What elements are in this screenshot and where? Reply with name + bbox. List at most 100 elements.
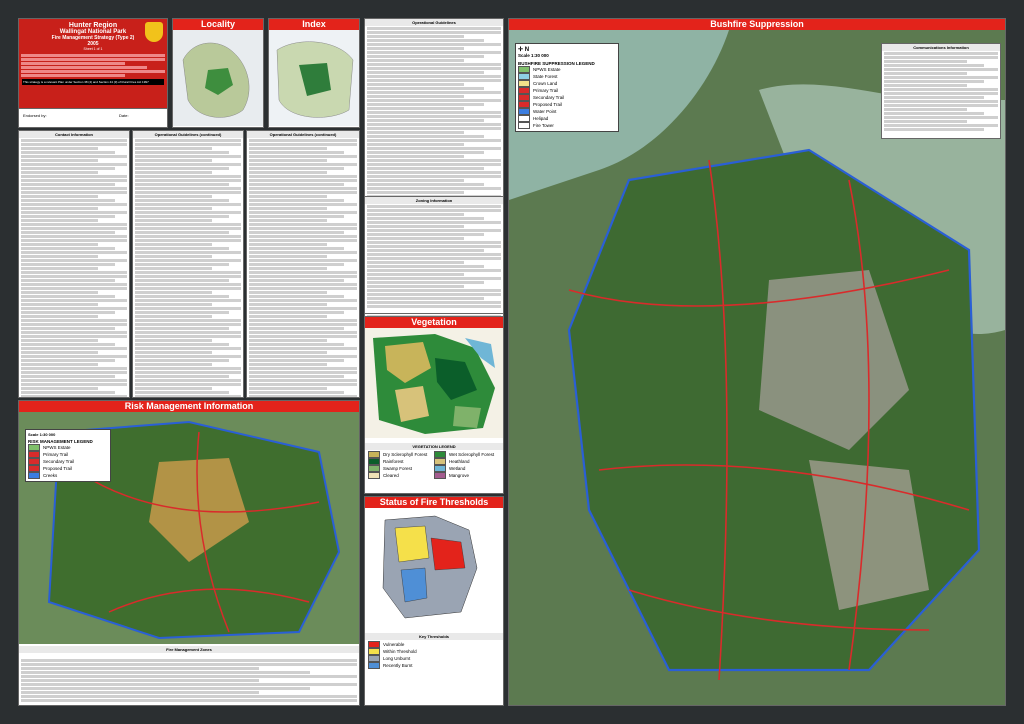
risk-legend-item: Creeks	[28, 472, 108, 479]
fire-legend-swatch	[368, 655, 380, 662]
index-panel: Index	[268, 18, 360, 128]
veg-legend-swatch	[434, 465, 446, 472]
risk-legend: Scale 1:30 000 RISK MANAGEMENT LEGEND NP…	[25, 429, 111, 482]
bushfire-panel: Bushfire Suppression ✛ N Scale 1:30 000 …	[508, 18, 1006, 706]
bushfire-legend: ✛ N Scale 1:30 000 BUSHFIRE SUPPRESSION …	[515, 43, 619, 132]
veg-legend-label: Dry Sclerophyll Forest	[383, 452, 428, 457]
contact-table	[19, 139, 129, 397]
veg-legend-item: Wetland	[434, 465, 500, 472]
veg-legend-swatch	[368, 451, 380, 458]
veg-legend-item: Wet Sclerophyll Forest	[434, 451, 500, 458]
risk-title: Risk Management Information	[19, 401, 359, 412]
veg-legend-item: Dry Sclerophyll Forest	[368, 451, 434, 458]
risk-legend-item: NPWS Estate	[28, 444, 108, 451]
veg-legend-swatch	[434, 451, 446, 458]
vegetation-panel: Vegetation VEGETATION LEGEND Dry Sclerop…	[364, 316, 504, 494]
contact-title: Contact Information	[19, 131, 129, 138]
bushfire-legend-swatch	[518, 80, 530, 87]
risk-legend-item: Primary Trail	[28, 451, 108, 458]
veg-legend-item: Rainforest	[368, 458, 434, 465]
veg-legend-title: VEGETATION LEGEND	[365, 443, 503, 450]
operational-guidelines-title: Operational Guidelines	[365, 19, 503, 26]
bushfire-legend-item: Water Point	[518, 108, 616, 115]
bushfire-title: Bushfire Suppression	[509, 19, 1005, 30]
north-arrow: ✛ N	[518, 47, 530, 53]
fire-legend-swatch	[368, 641, 380, 648]
bushfire-legend-label: Crown Land	[533, 81, 558, 86]
veg-legend-swatch	[368, 465, 380, 472]
bushfire-legend-swatch	[518, 66, 530, 73]
risk-legend-swatch	[28, 444, 40, 451]
veg-legend-swatch	[368, 458, 380, 465]
fire-legend-swatch	[368, 662, 380, 669]
endorsed-label: Endorsed by:	[23, 113, 47, 118]
comms-title: Communications Information	[882, 44, 1000, 51]
bushfire-legend-label: Water Point	[533, 109, 557, 114]
bushfire-legend-swatch	[518, 87, 530, 94]
bushfire-legend-label: NPWS Estate	[533, 67, 561, 72]
bushfire-legend-label: State Forest	[533, 74, 558, 79]
disclaimer-text	[19, 54, 167, 77]
veg-legend-label: Swamp Forest	[383, 466, 413, 471]
fire-legend-item: Long Unburnt	[368, 655, 500, 662]
risk-zones-text	[19, 658, 359, 703]
risk-legend-item: Secondary Trail	[28, 458, 108, 465]
locality-title: Locality	[173, 19, 263, 30]
bushfire-legend-swatch	[518, 94, 530, 101]
bushfire-legend-label: Proposed Trail	[533, 102, 563, 107]
bushfire-legend-label: Secondary Trail	[533, 95, 565, 100]
fire-legend-item: Within Threshold	[368, 648, 500, 655]
veg-legend-item: Swamp Forest	[368, 465, 434, 472]
veg-legend-label: Wetland	[449, 466, 466, 471]
risk-legend-swatch	[28, 472, 40, 479]
guidelines-continued-title-2: Operational Guidelines (continued)	[247, 131, 359, 138]
risk-legend-label: Creeks	[43, 473, 58, 478]
risk-legend-label: Proposed Trail	[43, 466, 73, 471]
endorsement-box: Endorsed by: Date:	[18, 108, 168, 128]
bushfire-legend-swatch	[518, 101, 530, 108]
risk-scale: Scale 1:30 000	[28, 432, 56, 437]
risk-legend-label: Secondary Trail	[43, 459, 75, 464]
bushfire-legend-item: Fire Tower	[518, 122, 616, 129]
fire-legend-label: Long Unburnt	[383, 656, 411, 661]
risk-zones-title: Fire Management Zones	[19, 646, 359, 653]
fire-legend-item: Recently Burnt	[368, 662, 500, 669]
veg-legend-label: Heathland	[449, 459, 470, 464]
vegetation-title: Vegetation	[365, 317, 503, 328]
risk-panel: Risk Management Information Scale 1:30 0…	[18, 400, 360, 706]
bushfire-legend-swatch	[518, 115, 530, 122]
veg-legend-item: Mangrove	[434, 472, 500, 479]
veg-legend-label: Wet Sclerophyll Forest	[449, 452, 495, 457]
fire-legend-label: Vulnerable	[383, 642, 405, 647]
bushfire-legend-item: State Forest	[518, 73, 616, 80]
main-scale: Scale 1:30 000	[518, 53, 549, 58]
fire-legend-label: Within Threshold	[383, 649, 417, 654]
index-title: Index	[269, 19, 359, 30]
bushfire-legend-swatch	[518, 122, 530, 129]
key-thresholds-title: Key Thresholds	[365, 633, 503, 640]
approval-text: This strategy is a relevant Plan under S…	[22, 79, 164, 85]
zoning-panel: Zoning Information	[364, 196, 504, 314]
veg-legend-item: Heathland	[434, 458, 500, 465]
veg-legend-swatch	[434, 472, 446, 479]
bushfire-legend-label: Fire Tower	[533, 123, 554, 128]
bushfire-legend-item: Proposed Trail	[518, 101, 616, 108]
contact-panel: Contact Information	[18, 130, 130, 398]
veg-legend-item: Cleared	[368, 472, 434, 479]
comms-panel: Communications Information	[881, 43, 1001, 139]
agency-logo	[145, 22, 163, 42]
bushfire-legend-item: Secondary Trail	[518, 94, 616, 101]
fire-thresholds-panel: Status of Fire Thresholds Key Thresholds…	[364, 496, 504, 706]
date-label: Date:	[119, 113, 129, 118]
bushfire-legend-item: Crown Land	[518, 80, 616, 87]
fire-legend: Vulnerable Within Threshold Long Unburnt Re…	[365, 640, 503, 670]
fire-legend-label: Recently Burnt	[383, 663, 413, 668]
bushfire-legend-swatch	[518, 108, 530, 115]
bushfire-legend-item: Helipad	[518, 115, 616, 122]
veg-legend-label: Cleared	[383, 473, 399, 478]
veg-legend-swatch	[434, 458, 446, 465]
risk-legend-swatch	[28, 451, 40, 458]
locality-panel: Locality	[172, 18, 264, 128]
veg-legend-label: Rainforest	[383, 459, 404, 464]
guidelines-continued-panel-1: Operational Guidelines (continued)	[132, 130, 244, 398]
